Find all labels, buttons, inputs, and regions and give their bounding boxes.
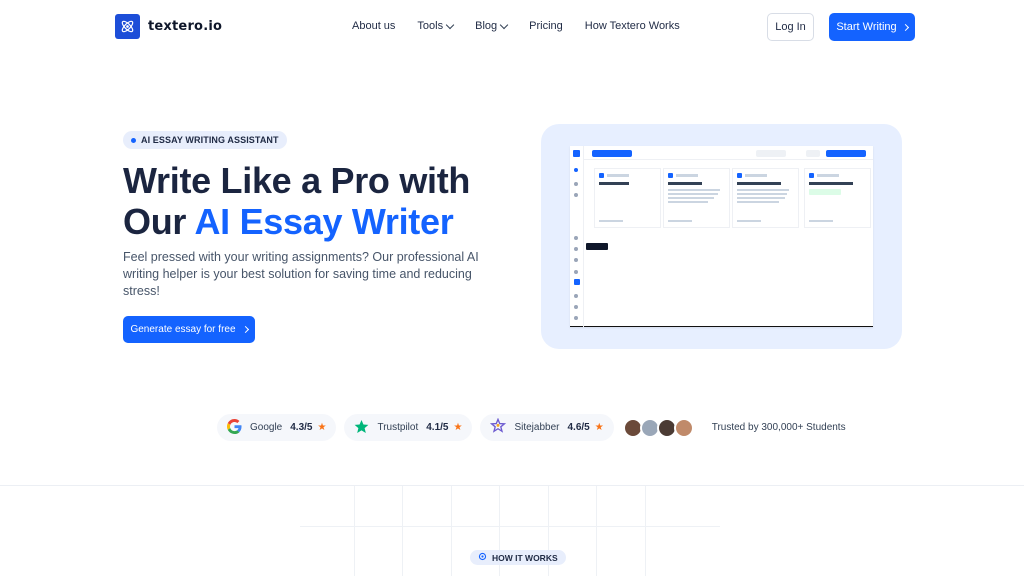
app-preview-screenshot (570, 146, 873, 327)
sitejabber-icon (490, 417, 507, 437)
preview-new-button (592, 150, 632, 157)
rating-sitejabber[interactable]: Sitejabber 4.6/5 ★ (480, 414, 614, 441)
student-avatars (622, 417, 694, 438)
brand-name: textero.io (148, 19, 223, 34)
grid-line (451, 486, 452, 576)
atom-logo-icon (115, 14, 140, 39)
hero-title-line1: Write Like a Pro with (123, 160, 471, 201)
nav-link-how-textero-works[interactable]: How Textero Works (585, 20, 680, 32)
chevron-right-icon (241, 325, 249, 334)
section-divider (0, 485, 1024, 486)
ratings-row: Google 4.3/5 ★ Trustpilot 4.1/5 ★ Siteja… (217, 414, 846, 441)
rating-platform: Trustpilot (377, 422, 419, 433)
avatar (673, 417, 694, 438)
trustpilot-star-icon (354, 419, 369, 437)
star-icon: ★ (594, 422, 604, 433)
preview-sidebar (570, 146, 584, 327)
nav-link-label: How Textero Works (584, 20, 680, 32)
grid-line (596, 486, 597, 576)
nav-links: About us Tools Blog Pricing How Textero … (352, 20, 680, 32)
chevron-down-icon (499, 20, 509, 29)
rating-platform: Sitejabber (514, 422, 560, 433)
rating-score: 4.1/5 (426, 422, 449, 433)
brand-logo[interactable]: textero.io (115, 14, 222, 39)
preview-nav-icon (574, 316, 578, 320)
nav-link-label: About us (352, 20, 396, 32)
preview-nav-icon (574, 168, 578, 172)
grid-line (402, 486, 403, 576)
rating-score: 4.6/5 (567, 422, 590, 433)
preview-nav-icon (574, 305, 578, 309)
preview-action-button (826, 150, 866, 157)
preview-card (594, 168, 661, 228)
preview-nav-icon (574, 193, 578, 197)
hero-title-accent: AI Essay Writer (194, 201, 454, 242)
preview-active-icon (574, 279, 580, 285)
google-icon (227, 418, 242, 437)
preview-tooltip (586, 243, 608, 250)
generate-essay-button[interactable]: Generate essay for free (123, 316, 255, 343)
chevron-down-icon (445, 20, 455, 29)
grid-line (645, 486, 646, 576)
preview-toolbar (584, 146, 873, 160)
nav-link-blog[interactable]: Blog (475, 20, 509, 32)
how-it-works-label: HOW IT WORKS (492, 552, 558, 563)
rating-trustpilot[interactable]: Trustpilot 4.1/5 ★ (344, 414, 473, 441)
preview-filter (756, 150, 786, 157)
nav-link-about[interactable]: About us (352, 20, 395, 32)
trusted-by-text: Trusted by 300,000+ Students (711, 422, 846, 433)
nav-link-pricing[interactable]: Pricing (529, 20, 563, 32)
nav-link-tools[interactable]: Tools (417, 20, 455, 32)
hero-badge: AI ESSAY WRITING ASSISTANT (123, 131, 287, 149)
nav-link-label: Blog (475, 20, 498, 32)
hero-subtitle: Feel pressed with your writing assignmen… (123, 250, 479, 298)
preview-nav-icon (574, 247, 578, 251)
preview-search (806, 150, 820, 157)
badge-dot-icon (131, 137, 136, 143)
hero-badge-label: AI ESSAY WRITING ASSISTANT (141, 135, 279, 145)
generate-essay-label: Generate essay for free (130, 324, 236, 335)
preview-card (663, 168, 730, 228)
nav-link-label: Pricing (529, 20, 563, 32)
grid-line (300, 526, 720, 527)
preview-card (804, 168, 871, 228)
start-writing-label: Start Writing (836, 21, 897, 33)
grid-line (354, 486, 355, 576)
gear-icon (478, 552, 487, 563)
preview-nav-icon (574, 270, 578, 274)
nav-link-label: Tools (417, 20, 444, 32)
preview-card (732, 168, 799, 228)
star-icon: ★ (317, 422, 327, 433)
preview-nav-icon (574, 236, 578, 240)
preview-nav-icon (574, 182, 578, 186)
preview-nav-icon (574, 294, 578, 298)
login-button[interactable]: Log In (767, 13, 814, 41)
chevron-right-icon (901, 23, 909, 31)
hero-title-line2-plain: Our (123, 201, 195, 242)
rating-platform: Google (250, 422, 283, 433)
top-navbar: textero.io About us Tools Blog Pricing H… (0, 0, 1024, 54)
start-writing-button[interactable]: Start Writing (829, 13, 915, 41)
how-it-works-badge: HOW IT WORKS (470, 550, 566, 565)
star-icon: ★ (453, 422, 463, 433)
hero-title: Write Like a Pro with Our AI Essay Write… (123, 160, 470, 242)
preview-nav-icon (574, 258, 578, 262)
preview-logo-icon (573, 150, 580, 157)
rating-score: 4.3/5 (290, 422, 313, 433)
rating-google[interactable]: Google 4.3/5 ★ (217, 414, 337, 441)
